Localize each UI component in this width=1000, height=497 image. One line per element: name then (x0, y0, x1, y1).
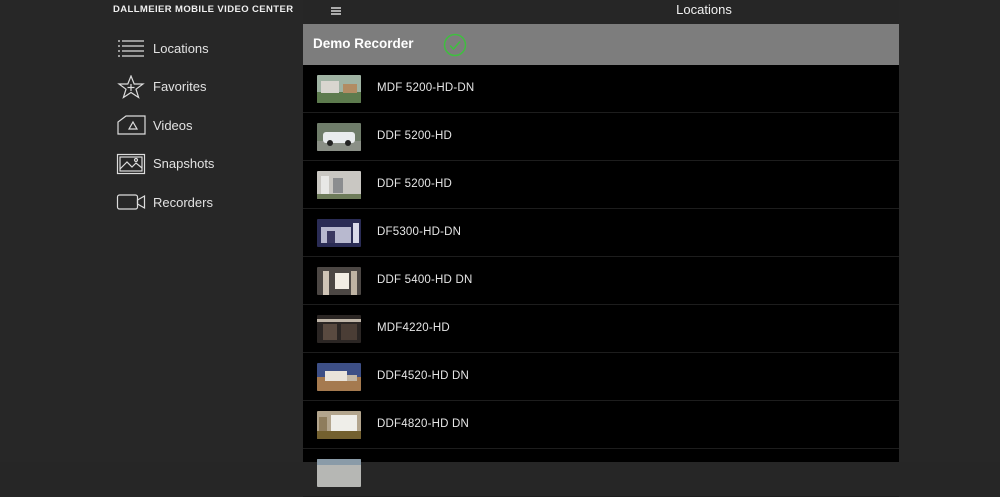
camera-name: MDF 5200-HD-DN (377, 82, 475, 94)
list-item[interactable]: MDF 5200-HD-DN (303, 65, 899, 113)
sidebar-item-locations[interactable]: Locations (116, 29, 214, 68)
sidebar-item-label: Favorites (153, 79, 207, 95)
list-item[interactable]: DDF 5200-HD (303, 113, 899, 161)
list-item[interactable]: DDF 5200-HD (303, 161, 899, 209)
video-file-icon (116, 113, 147, 137)
camera-thumbnail (317, 75, 361, 103)
list-item[interactable] (303, 449, 899, 497)
sidebar-item-label: Locations (153, 40, 209, 56)
sidebar: DALLMEIER MOBILE VIDEO CENTER Locations (0, 0, 303, 462)
camera-thumbnail (317, 267, 361, 295)
recorder-header[interactable]: Demo Recorder (303, 24, 899, 65)
image-icon (116, 152, 147, 176)
list-icon (116, 36, 147, 60)
list-item[interactable]: DF5300-HD-DN (303, 209, 899, 257)
camera-list: MDF 5200-HD-DN DDF 5200-HD DDF 5200-HD D… (303, 65, 899, 497)
camera-thumbnail (317, 411, 361, 439)
camera-name: DDF 5200-HD (377, 178, 453, 190)
camera-thumbnail (317, 219, 361, 247)
sidebar-item-label: Recorders (153, 194, 213, 210)
recorder-name: Demo Recorder (313, 36, 414, 51)
camera-name: MDF4220-HD (377, 322, 450, 334)
top-bar: Locations (303, 0, 899, 24)
camera-thumbnail (317, 363, 361, 391)
sidebar-item-label: Videos (153, 117, 193, 133)
camera-thumbnail (317, 315, 361, 343)
list-item[interactable]: DDF4520-HD DN (303, 353, 899, 401)
sidebar-item-snapshots[interactable]: Snapshots (116, 145, 214, 184)
list-item[interactable]: DDF 5400-HD DN (303, 257, 899, 305)
camera-name: DDF 5400-HD DN (377, 274, 473, 286)
list-item[interactable]: DDF4820-HD DN (303, 401, 899, 449)
star-icon (116, 74, 147, 99)
sidebar-item-videos[interactable]: Videos (116, 106, 214, 145)
sidebar-item-favorites[interactable]: Favorites (116, 68, 214, 107)
page-title: Locations (676, 2, 732, 17)
camera-name: DF5300-HD-DN (377, 226, 462, 238)
main-panel: Locations Demo Recorder MDF 5200-HD-DN D… (303, 0, 899, 497)
camera-thumbnail (317, 171, 361, 199)
camera-icon (116, 190, 147, 214)
camera-thumbnail (317, 123, 361, 151)
sidebar-item-label: Snapshots (153, 156, 215, 172)
camera-name: DDF4520-HD DN (377, 370, 470, 382)
sidebar-nav: Locations Favorites Videos Snapshots Rec… (116, 29, 214, 222)
camera-thumbnail (317, 459, 361, 487)
sidebar-item-recorders[interactable]: Recorders (116, 183, 214, 222)
camera-name: DDF 5200-HD (377, 130, 453, 142)
list-item[interactable]: MDF4220-HD (303, 305, 899, 353)
app-title: DALLMEIER MOBILE VIDEO CENTER (113, 4, 294, 15)
camera-name: DDF4820-HD DN (377, 418, 470, 430)
check-circle-icon (443, 33, 467, 57)
background-margin (899, 0, 1000, 462)
